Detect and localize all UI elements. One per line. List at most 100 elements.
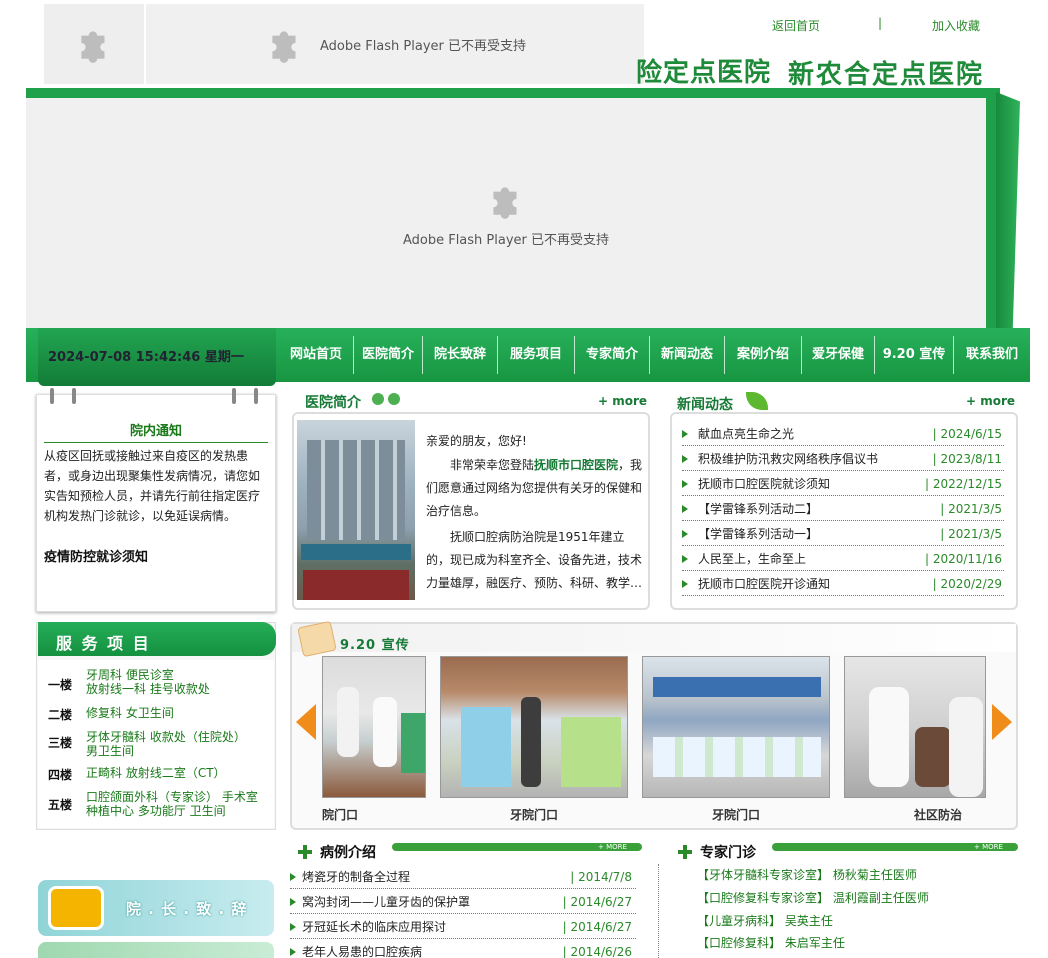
arrow-icon [682, 580, 688, 588]
nav-920[interactable]: 9.20 宣传 [877, 328, 951, 382]
next-arrow-icon[interactable] [992, 704, 1012, 740]
expert-item[interactable]: 【牙体牙髓科专家诊室】 杨秋菊主任医师 [697, 866, 917, 883]
link-separator: | [878, 16, 883, 30]
list-item[interactable]: 牙冠延长术的临床应用探讨 | 2014/6/27 [290, 917, 636, 939]
news-item-date: | 2022/12/15 [924, 477, 1002, 491]
director-icon [48, 886, 104, 930]
intro-more-link[interactable]: + more [598, 394, 647, 408]
case-item-title[interactable]: 牙冠延长术的临床应用探讨 [302, 917, 446, 937]
news-item-date: | 2024/6/15 [932, 427, 1002, 441]
tree-icon [372, 393, 384, 405]
list-item[interactable]: 【学雷锋系列活动二】 | 2021/3/5 [682, 499, 1004, 521]
promo-photo[interactable] [642, 656, 830, 798]
banner-frame-right [996, 92, 1020, 328]
news-item-title[interactable]: 【学雷锋系列活动一】 [698, 524, 818, 544]
list-item[interactable]: 【学雷锋系列活动一】 | 2021/3/5 [682, 524, 1004, 546]
nav-divider [353, 336, 354, 374]
nav-divider [953, 336, 954, 374]
case-item-date: | 2014/6/27 [562, 895, 632, 909]
puzzle-icon [493, 186, 517, 219]
floor-services: 正畸科 放射线二室（CT） [86, 766, 226, 780]
home-link[interactable]: 返回首页 [772, 17, 820, 34]
intro-paragraph-1: 非常荣幸您登陆抚顺市口腔医院，我们愿意通过网络为您提供有关牙的保健和治疗信息。 [426, 454, 644, 523]
experts-more-link[interactable]: + MORE [974, 843, 1003, 851]
intro-paragraph-2: 抚顺口腔病防治院是1951年建立的，现已成为科室齐全、设备先进，技术力量雄厚，融… [426, 530, 643, 590]
expert-item[interactable]: 【口腔修复科专家诊室】 温利霞副主任医师 [697, 889, 929, 906]
photo-caption: 牙院门口 [509, 808, 558, 822]
header-flash-placeholder: Adobe Flash Player 已不再受支持 [146, 4, 644, 84]
expert-item[interactable]: 【儿童牙病科】 吴英主任 [697, 912, 833, 929]
notice-link[interactable]: 疫情防控就诊须知 [44, 546, 148, 565]
service-floor-row: 三楼 牙体牙髓科 收款处（住院处） 男卫生间 [48, 730, 268, 760]
puzzle-icon [81, 31, 105, 63]
promo-photo[interactable] [322, 656, 426, 798]
service-line[interactable]: 牙周科 便民诊室 [86, 668, 210, 682]
arrow-icon [682, 455, 688, 463]
intro-greeting: 亲爱的朋友，您好! [426, 434, 527, 448]
nav-dental-care[interactable]: 爱牙保健 [804, 328, 872, 382]
service-line[interactable]: 口腔颌面外科（专家诊） 手术室 [86, 790, 258, 804]
service-line[interactable]: 放射线一科 挂号收款处 [86, 682, 210, 696]
promo-photo[interactable] [440, 656, 628, 798]
second-banner[interactable] [38, 942, 274, 958]
service-line[interactable]: 牙体牙髓科 收款处（住院处） [86, 730, 246, 744]
list-item[interactable]: 抚顺市口腔医院开诊通知 | 2020/2/29 [682, 574, 1004, 596]
favorite-link[interactable]: 加入收藏 [932, 17, 980, 34]
prev-arrow-icon[interactable] [296, 704, 316, 740]
list-item[interactable]: 抚顺市口腔医院就诊须知 | 2022/12/15 [682, 474, 1004, 496]
list-item[interactable]: 窝沟封闭——儿童牙齿的保护罩 | 2014/6/27 [290, 892, 636, 914]
list-item[interactable]: 献血点亮生命之光 | 2024/6/15 [682, 424, 1004, 446]
news-item-title[interactable]: 抚顺市口腔医院开诊通知 [698, 574, 830, 594]
list-item[interactable]: 老年人易患的口腔疾病 | 2014/6/26 [290, 942, 636, 958]
list-item[interactable]: 积极维护防汛救灾网络秩序倡议书 | 2023/8/11 [682, 449, 1004, 471]
nav-director[interactable]: 院长致辞 [425, 328, 495, 382]
nav-experts[interactable]: 专家简介 [577, 328, 647, 382]
floor-label: 一楼 [48, 678, 73, 692]
list-item[interactable]: 人民至上，生命至上 | 2020/11/16 [682, 549, 1004, 571]
service-floor-row: 二楼 修复科 女卫生间 [48, 706, 268, 722]
news-item-date: | 2021/3/5 [940, 527, 1002, 541]
service-line[interactable]: 种植中心 多功能厅 卫生间 [86, 804, 258, 818]
arrow-icon [682, 505, 688, 513]
floor-services: 口腔颌面外科（专家诊） 手术室 种植中心 多功能厅 卫生间 [86, 790, 258, 818]
news-item-title[interactable]: 人民至上，生命至上 [698, 549, 806, 569]
nav-services[interactable]: 服务项目 [500, 328, 572, 382]
pin-icon [50, 388, 54, 404]
news-item-title[interactable]: 抚顺市口腔医院就诊须知 [698, 474, 830, 494]
notice-body: 从疫区回抚或接触过来自疫区的发热患者，或身边出现聚集性发病情况，请您如实告知预检… [44, 449, 261, 523]
case-item-date: | 2014/6/27 [562, 920, 632, 934]
nav-intro[interactable]: 医院简介 [356, 328, 420, 382]
nav-divider [497, 336, 498, 374]
service-line[interactable]: 修复科 女卫生间 [86, 706, 174, 720]
nav-home[interactable]: 网站首页 [282, 328, 350, 382]
cases-more-link[interactable]: + MORE [598, 843, 627, 851]
service-line[interactable]: 正畸科 放射线二室（CT） [86, 766, 226, 780]
nav-contact[interactable]: 联系我们 [956, 328, 1028, 382]
photo-caption: 院门口 [322, 808, 359, 822]
floor-label: 四楼 [48, 768, 73, 782]
flash-notice: Adobe Flash Player 已不再受支持 [402, 232, 610, 248]
intro-p1-pre: 非常荣幸您登陆 [450, 458, 535, 472]
floor-services: 牙周科 便民诊室 放射线一科 挂号收款处 [86, 668, 210, 696]
floor-services: 修复科 女卫生间 [86, 706, 174, 720]
news-item-title[interactable]: 积极维护防汛救灾网络秩序倡议书 [698, 449, 878, 469]
news-item-title[interactable]: 献血点亮生命之光 [698, 424, 794, 444]
nav-divider [874, 336, 875, 374]
nav-cases[interactable]: 案例介绍 [727, 328, 799, 382]
arrow-icon [682, 480, 688, 488]
news-item-date: | 2023/8/11 [932, 452, 1002, 466]
promo-photo[interactable] [844, 656, 986, 798]
arrow-icon [290, 948, 296, 956]
nav-news[interactable]: 新闻动态 [652, 328, 722, 382]
services-title: 服 务 项 目 [56, 634, 151, 653]
news-item-date: | 2020/2/29 [932, 577, 1002, 591]
news-item-title[interactable]: 【学雷锋系列活动二】 [698, 499, 818, 519]
case-item-title[interactable]: 老年人易患的口腔疾病 [302, 942, 422, 958]
expert-item[interactable]: 【口腔修复科】 朱启军主任 [697, 934, 845, 951]
tree-icon [388, 393, 400, 405]
list-item[interactable]: 烤瓷牙的制备全过程 | 2014/7/8 [290, 867, 636, 889]
service-line[interactable]: 男卫生间 [86, 744, 246, 758]
case-item-title[interactable]: 窝沟封闭——儿童牙齿的保护罩 [302, 892, 470, 912]
case-item-title[interactable]: 烤瓷牙的制备全过程 [302, 867, 410, 887]
news-more-link[interactable]: + more [966, 394, 1015, 408]
